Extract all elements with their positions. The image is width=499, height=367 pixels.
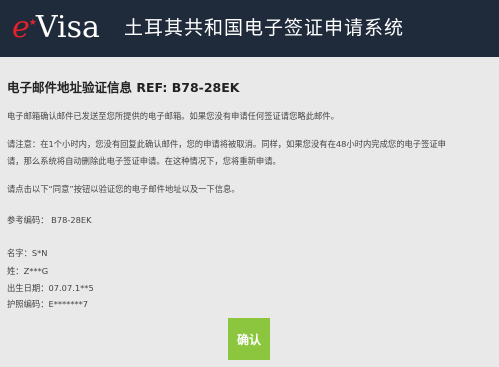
warning-line-1: 请注意：在1个小时内，您没有回复此确认邮件，您的申请将被取消。同样，如果您没有在… — [7, 139, 446, 149]
warning-line-2: 请，那么系统将自动删除此电子签证申请。在这种情况下，您将重新申请。 — [7, 156, 281, 166]
system-title: 土耳其共和国电子签证申请系统 — [124, 17, 405, 39]
confirm-button[interactable]: 确认 — [228, 318, 270, 360]
evisa-logo[interactable]: e★Visa — [12, 9, 100, 47]
verification-panel: 电子邮件地址验证信息 REF: B78-28EK 电子邮箱确认邮件已发送至您所提… — [0, 57, 499, 367]
evisa-page: e★Visa 土耳其共和国电子签证申请系统 电子邮件地址验证信息 REF: B7… — [0, 0, 499, 367]
reference-code: 参考编码： B78-28EK — [7, 215, 92, 225]
field-dob: 出生日期：07.07.1**5 — [7, 283, 94, 293]
field-surname: 姓：Z***G — [7, 266, 49, 276]
logo-e: e — [12, 10, 30, 45]
star-icon: ★ — [28, 18, 37, 28]
info-paragraph-1: 电子邮箱确认邮件已发送至您所提供的电子邮箱。如果您没有申请任何签证请您略此邮件。 — [7, 111, 339, 121]
logo-visa: Visa — [35, 10, 100, 45]
main-content: 电子邮件地址验证信息 REF: B78-28EK 电子邮箱确认邮件已发送至您所提… — [0, 57, 499, 367]
field-name: 名字：S*N — [7, 248, 48, 258]
page-heading: 电子邮件地址验证信息 REF: B78-28EK — [7, 80, 240, 95]
instruction-paragraph: 请点击以下“同意”按钮以验证您的电子邮件地址以及一下信息。 — [7, 184, 240, 194]
field-passport: 护照编码：E*******7 — [7, 299, 89, 309]
header-bar: e★Visa 土耳其共和国电子签证申请系统 — [0, 0, 499, 57]
